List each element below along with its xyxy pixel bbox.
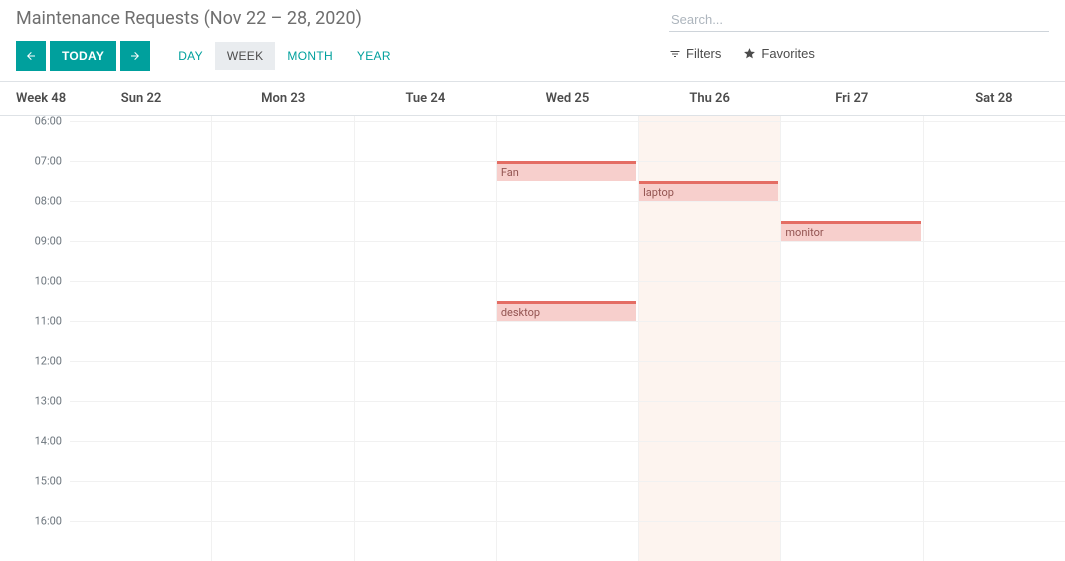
time-label: 16:00: [35, 515, 62, 528]
time-label: 06:00: [35, 116, 62, 128]
day-header: Wed 25: [496, 91, 638, 106]
day-column[interactable]: [211, 116, 353, 561]
filters-button[interactable]: Filters: [669, 46, 721, 61]
day-header: Tue 24: [354, 91, 496, 106]
day-header: Sun 22: [70, 91, 212, 106]
arrow-right-icon: [129, 50, 141, 62]
day-column[interactable]: Fan desktop: [496, 116, 638, 561]
search-input[interactable]: [669, 8, 1049, 32]
arrow-left-icon: [25, 50, 37, 62]
day-header: Mon 23: [212, 91, 354, 106]
calendar-event[interactable]: monitor: [781, 221, 920, 241]
day-column[interactable]: [354, 116, 496, 561]
calendar-event[interactable]: laptop: [639, 181, 778, 201]
time-label: 10:00: [35, 275, 62, 288]
day-header: Sat 28: [923, 91, 1065, 106]
day-header: Fri 27: [781, 91, 923, 106]
day-header: Thu 26: [639, 91, 781, 106]
time-label: 11:00: [35, 315, 62, 328]
week-label: Week 48: [0, 91, 70, 106]
time-label: 15:00: [35, 475, 62, 488]
time-label: 12:00: [35, 355, 62, 368]
day-column[interactable]: monitor: [780, 116, 922, 561]
tab-month[interactable]: MONTH: [275, 42, 345, 70]
filters-label: Filters: [686, 46, 721, 61]
day-column[interactable]: [70, 116, 211, 561]
page-title: Maintenance Requests (Nov 22 – 28, 2020): [16, 8, 669, 29]
day-column[interactable]: [923, 116, 1065, 561]
time-label: 07:00: [35, 155, 62, 168]
day-column[interactable]: laptop: [638, 116, 780, 561]
tab-year[interactable]: YEAR: [345, 42, 403, 70]
funnel-icon: [669, 48, 681, 60]
favorites-label: Favorites: [761, 46, 814, 61]
star-icon: [743, 47, 756, 60]
calendar-body[interactable]: 06:00 07:00 08:00 09:00 10:00 11:00 12:00 13:00…: [0, 116, 1065, 561]
time-label: 09:00: [35, 235, 62, 248]
calendar-event[interactable]: desktop: [497, 301, 636, 321]
next-button[interactable]: [120, 41, 150, 71]
calendar-header: Week 48 Sun 22 Mon 23 Tue 24 Wed 25 Thu …: [0, 82, 1065, 116]
favorites-button[interactable]: Favorites: [743, 46, 814, 61]
time-label: 13:00: [35, 395, 62, 408]
time-label: 14:00: [35, 435, 62, 448]
calendar-event[interactable]: Fan: [497, 161, 636, 181]
today-button[interactable]: TODAY: [50, 41, 116, 71]
time-label: 08:00: [35, 195, 62, 208]
tab-week[interactable]: WEEK: [215, 42, 276, 70]
prev-button[interactable]: [16, 41, 46, 71]
tab-day[interactable]: DAY: [166, 42, 215, 70]
